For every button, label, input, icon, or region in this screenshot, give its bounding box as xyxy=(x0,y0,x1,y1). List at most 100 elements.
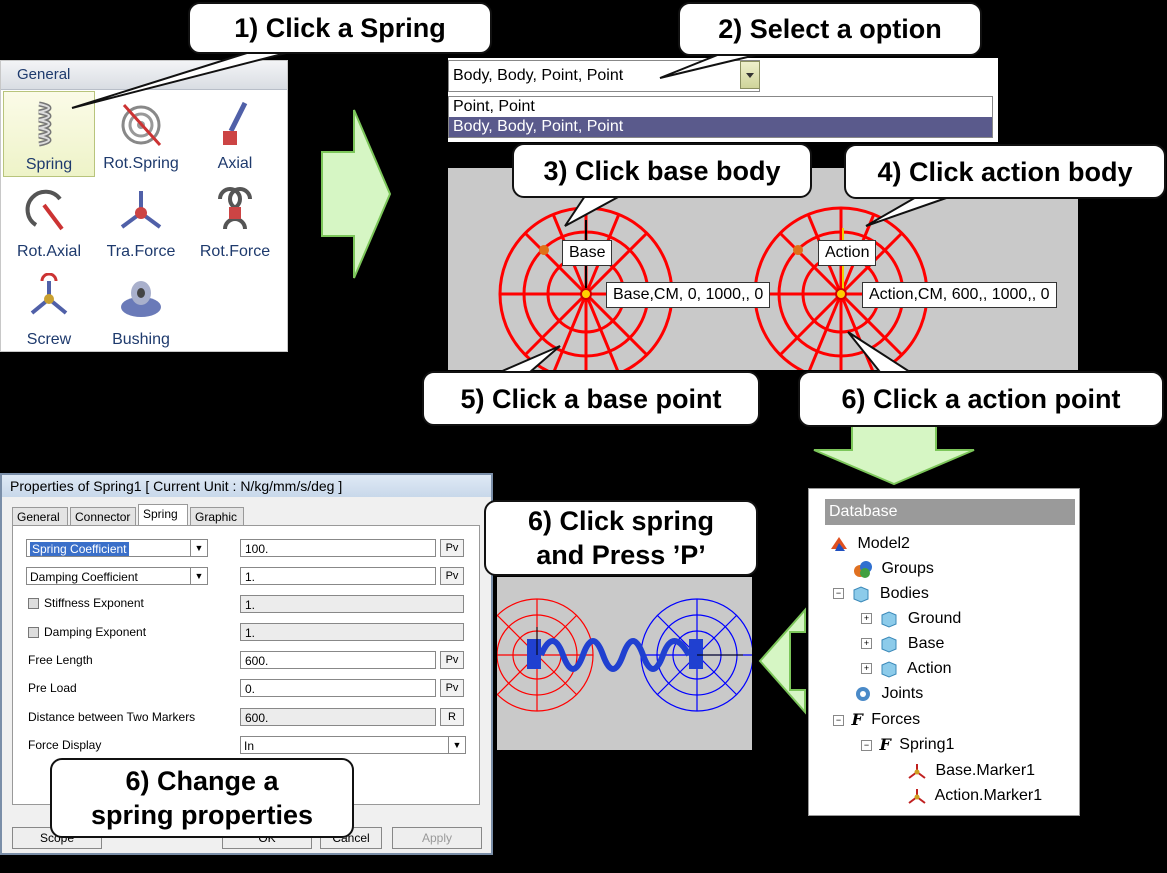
force-display-select[interactable]: In ▼ xyxy=(240,736,466,754)
tree-model[interactable]: Model2 xyxy=(829,533,910,555)
tree-action-marker[interactable]: Action.Marker1 xyxy=(907,785,1042,807)
tree-groups-label: Groups xyxy=(881,560,934,577)
rot-force-tool[interactable]: Rot.Force xyxy=(189,179,281,265)
tree-ground[interactable]: + Ground xyxy=(861,608,961,630)
force-display-value: In xyxy=(244,739,255,753)
model-icon xyxy=(831,536,847,551)
marker-icon xyxy=(908,763,926,779)
connection-option-select[interactable]: Body, Body, Point, Point xyxy=(448,60,760,92)
spring-coefficient-label: Spring Coefficient xyxy=(30,542,129,556)
database-header: Database xyxy=(825,499,1075,525)
tree-base-label: Base xyxy=(907,635,945,652)
distance-r-button[interactable]: R xyxy=(440,708,464,726)
joints-icon xyxy=(856,686,870,701)
spring-viewport[interactable] xyxy=(480,577,754,750)
connection-option-panel: Body, Body, Point, Point Point, Point Bo… xyxy=(448,58,998,142)
dropdown-arrow-button[interactable] xyxy=(740,61,760,89)
tree-joints-label: Joints xyxy=(881,685,924,702)
tree-base-marker-label: Base.Marker1 xyxy=(935,762,1036,779)
action-body-tag: Action xyxy=(818,240,877,266)
distance-input: 600. xyxy=(240,708,436,726)
pre-load-input[interactable]: 0. xyxy=(240,679,436,697)
axial-tool-label: Axial xyxy=(217,155,253,172)
screw-tool-label: Screw xyxy=(26,331,72,348)
apply-button[interactable]: Apply xyxy=(392,827,482,849)
callout-step1: 1) Click a Spring xyxy=(188,2,492,54)
tra-force-tool-label: Tra.Force xyxy=(106,243,176,260)
tree-forces[interactable]: − F Forces xyxy=(833,709,920,731)
option-point-point[interactable]: Point, Point xyxy=(449,97,992,117)
collapse-icon[interactable]: − xyxy=(861,739,872,751)
force-icon: F xyxy=(851,710,863,729)
chevron-down-icon xyxy=(746,73,754,78)
rot-force-icon xyxy=(218,187,252,230)
callout-step6: 6) Click a action point xyxy=(798,371,1164,427)
stiffness-exponent-input[interactable]: 1. xyxy=(240,595,464,613)
expand-icon[interactable]: + xyxy=(861,613,872,625)
spring-icon xyxy=(38,101,52,147)
spring-coefficient-combo[interactable]: Spring Coefficient ▼ xyxy=(26,539,208,557)
collapse-icon[interactable]: − xyxy=(833,714,844,726)
rot-spring-tool-label: Rot.Spring xyxy=(103,155,179,172)
rot-axial-icon xyxy=(25,189,64,231)
tree-action-label: Action xyxy=(907,660,952,677)
free-length-label: Free Length xyxy=(28,653,93,667)
tree-action[interactable]: + Action xyxy=(861,658,951,680)
spring-coefficient-input[interactable]: 100. xyxy=(240,539,436,557)
callout-change-properties: 6) Change a spring properties xyxy=(50,758,354,838)
base-point[interactable] xyxy=(580,288,592,300)
damping-coefficient-pv-button[interactable]: Pv xyxy=(440,567,464,585)
action-cm-tag: Action,CM, 600,, 1000,, 0 xyxy=(862,282,1057,308)
screw-tool[interactable]: Screw xyxy=(3,267,95,353)
stiffness-exponent-checkbox[interactable] xyxy=(28,598,39,609)
tab-general[interactable]: General xyxy=(12,507,68,525)
spring-coefficient-pv-button[interactable]: Pv xyxy=(440,539,464,557)
damping-coefficient-label: Damping Coefficient xyxy=(30,570,138,584)
damping-coefficient-input[interactable]: 1. xyxy=(240,567,436,585)
rot-axial-tool[interactable]: Rot.Axial xyxy=(3,179,95,265)
general-palette: General Spring Rot.Spring Axial Rot.Axia… xyxy=(0,60,288,352)
callout-change-properties-line1: 6) Change a xyxy=(125,766,279,796)
tree-bodies[interactable]: − Bodies xyxy=(833,583,929,605)
force-display-label: Force Display xyxy=(28,738,102,752)
tra-force-tool[interactable]: Tra.Force xyxy=(95,179,187,265)
pre-load-pv-button[interactable]: Pv xyxy=(440,679,464,697)
collapse-icon[interactable]: − xyxy=(833,588,844,600)
damping-exponent-input[interactable]: 1. xyxy=(240,623,464,641)
tree-spring1[interactable]: − F Spring1 xyxy=(861,734,954,756)
connection-option-list: Point, Point Body, Body, Point, Point xyxy=(448,96,993,138)
bushing-tool[interactable]: Bushing xyxy=(95,267,187,353)
tree-joints[interactable]: Joints xyxy=(853,683,923,705)
damping-coefficient-combo[interactable]: Damping Coefficient ▼ xyxy=(26,567,208,585)
stiffness-exponent-label: Stiffness Exponent xyxy=(44,596,144,610)
base-cm-tag: Base,CM, 0, 1000,, 0 xyxy=(606,282,771,308)
chevron-down-icon: ▼ xyxy=(190,568,207,584)
option-body-body-point-point[interactable]: Body, Body, Point, Point xyxy=(449,117,992,137)
expand-icon[interactable]: + xyxy=(861,663,872,675)
axial-tool[interactable]: Axial xyxy=(189,91,281,177)
action-point[interactable] xyxy=(835,288,847,300)
free-length-pv-button[interactable]: Pv xyxy=(440,651,464,669)
action-marker-dot xyxy=(793,245,803,255)
marker-icon xyxy=(908,788,926,804)
free-length-input[interactable]: 600. xyxy=(240,651,436,669)
spring-tool[interactable]: Spring xyxy=(3,91,95,177)
tree-groups[interactable]: Groups xyxy=(853,558,934,580)
screw-icon xyxy=(30,273,68,315)
tab-spring[interactable]: Spring xyxy=(138,504,188,526)
tree-bodies-label: Bodies xyxy=(879,585,929,602)
rot-spring-tool[interactable]: Rot.Spring xyxy=(95,91,187,177)
force-icon: F xyxy=(879,735,891,754)
general-header: General xyxy=(1,61,287,90)
dialog-title: Properties of Spring1 [ Current Unit : N… xyxy=(2,475,491,497)
bodies-icon xyxy=(853,586,869,603)
damping-exponent-checkbox[interactable] xyxy=(28,627,39,638)
arrow-right-icon xyxy=(321,109,392,279)
tab-graphic[interactable]: Graphic xyxy=(190,507,244,525)
tab-connector[interactable]: Connector xyxy=(70,507,136,525)
chevron-down-icon: ▼ xyxy=(448,737,465,753)
expand-icon[interactable]: + xyxy=(861,638,872,650)
callout-click-spring: 6) Click spring and Press ’P’ xyxy=(484,500,758,576)
tree-base-marker[interactable]: Base.Marker1 xyxy=(907,760,1035,782)
tree-base[interactable]: + Base xyxy=(861,633,944,655)
